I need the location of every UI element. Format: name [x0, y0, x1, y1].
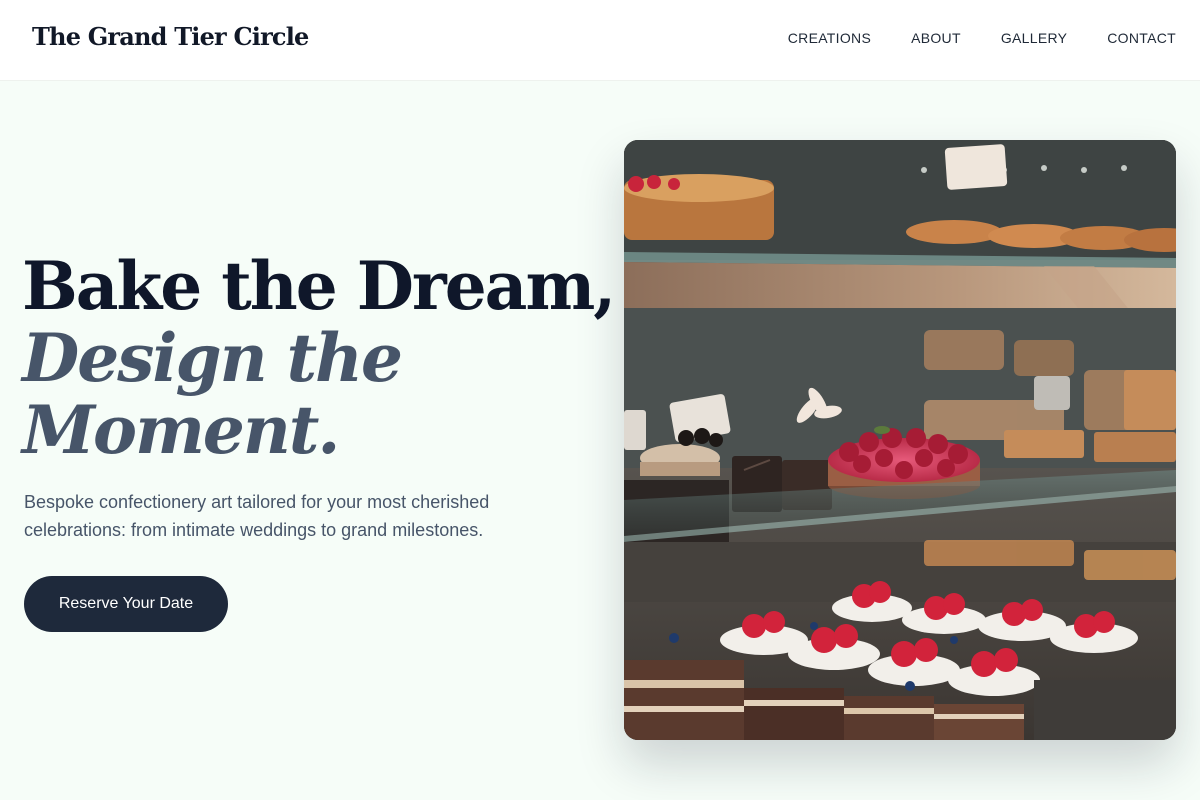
hero-title: Bake the Dream, Design the Moment. [22, 247, 616, 469]
reserve-date-button[interactable]: Reserve Your Date [24, 576, 228, 632]
pastry-display-illustration [624, 140, 1176, 740]
hero-image [624, 140, 1176, 740]
hero-title-line-1: Bake the Dream, [22, 247, 616, 325]
nav-link-about[interactable]: ABOUT [911, 30, 961, 46]
brand-logo[interactable]: The Grand Tier Circle [32, 22, 309, 51]
main-nav: CREATIONS ABOUT GALLERY CONTACT [788, 30, 1176, 46]
nav-link-creations[interactable]: CREATIONS [788, 30, 871, 46]
hero-subtitle: Bespoke confectionery art tailored for y… [24, 492, 490, 540]
nav-link-gallery[interactable]: GALLERY [1001, 30, 1067, 46]
hero-title-line-3: Moment. [22, 391, 340, 469]
hero-title-line-2: Design the [22, 319, 403, 397]
nav-link-contact[interactable]: CONTACT [1107, 30, 1176, 46]
site-header: The Grand Tier Circle CREATIONS ABOUT GA… [0, 0, 1200, 81]
